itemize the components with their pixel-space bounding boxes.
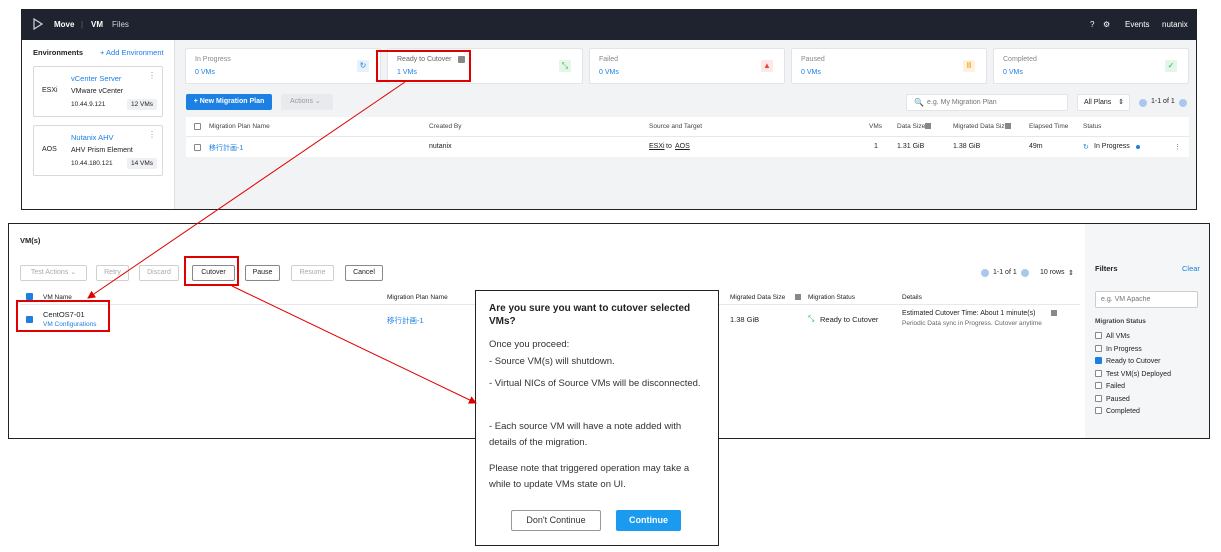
annotation-arrows xyxy=(87,81,477,404)
arrow-to-dialog xyxy=(231,285,477,404)
arrow-to-vm-row xyxy=(87,81,406,299)
